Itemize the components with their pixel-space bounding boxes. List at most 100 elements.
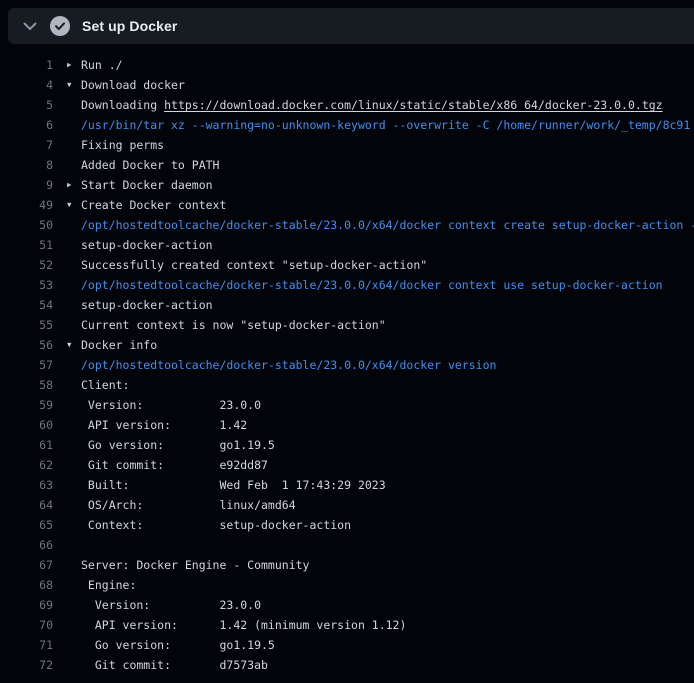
log-group-row[interactable]: 56▼Docker info (0, 335, 694, 355)
log-line-number[interactable]: 61 (0, 435, 53, 455)
caret-spacer (67, 135, 81, 155)
log-line-number[interactable]: 54 (0, 295, 53, 315)
log-text: Built: Wed Feb 1 17:43:29 2023 (81, 475, 694, 495)
log-text: Context: setup-docker-action (81, 515, 694, 535)
log-text: Added Docker to PATH (81, 155, 694, 175)
caret-spacer (67, 435, 81, 455)
log-text: Fixing perms (81, 135, 694, 155)
log-line-number[interactable]: 5 (0, 95, 53, 115)
log-line-number[interactable]: 60 (0, 415, 53, 435)
log-line: 59 Version: 23.0.0 (0, 395, 694, 415)
caret-spacer (67, 535, 81, 555)
log-group-title: Download docker (81, 75, 694, 95)
log-line: 53/opt/hostedtoolcache/docker-stable/23.… (0, 275, 694, 295)
log-line: 55 Current context is now "setup-docker-a… (0, 315, 694, 335)
log-line-number[interactable]: 51 (0, 235, 53, 255)
log-group-row[interactable]: 4 ▼Download docker (0, 75, 694, 95)
log-text: Version: 23.0.0 (81, 595, 694, 615)
log-line-number[interactable]: 62 (0, 455, 53, 475)
log-line-number[interactable]: 56 (0, 335, 53, 355)
caret-down-icon[interactable]: ▼ (67, 335, 81, 355)
caret-spacer (67, 115, 81, 135)
log-text: Go version: go1.19.5 (81, 635, 694, 655)
log-line-number[interactable]: 58 (0, 375, 53, 395)
log-text: OS/Arch: linux/amd64 (81, 495, 694, 515)
log-line: 58 Client: (0, 375, 694, 395)
log-line: 54 setup-docker-action (0, 295, 694, 315)
caret-spacer (67, 415, 81, 435)
log-line: 50/opt/hostedtoolcache/docker-stable/23.… (0, 215, 694, 235)
caret-spacer (67, 315, 81, 335)
log-line: 67Server: Docker Engine - Community (0, 555, 694, 575)
log-line: 61 Go version: go1.19.5 (0, 435, 694, 455)
log-line: 7 Fixing perms (0, 135, 694, 155)
log-line-number[interactable]: 52 (0, 255, 53, 275)
step-title: Set up Docker (82, 18, 177, 34)
caret-spacer (67, 355, 81, 375)
caret-spacer (67, 255, 81, 275)
log-line-number[interactable]: 55 (0, 315, 53, 335)
caret-spacer (67, 635, 81, 655)
caret-right-icon[interactable]: ▶ (67, 175, 81, 195)
log-line-number[interactable]: 68 (0, 575, 53, 595)
log-line: 70 API version: 1.42 (minimum version 1.… (0, 615, 694, 635)
log-line: 66 (0, 535, 694, 555)
log-line-number[interactable]: 1 (0, 55, 53, 75)
caret-down-icon[interactable]: ▼ (67, 195, 81, 215)
log-line: 62 Git commit: e92dd87 (0, 455, 694, 475)
log-line-number[interactable]: 67 (0, 555, 53, 575)
log-line: 65 Context: setup-docker-action (0, 515, 694, 535)
log-line-number[interactable]: 71 (0, 635, 53, 655)
log-line-number[interactable]: 72 (0, 655, 53, 675)
caret-spacer (67, 235, 81, 255)
log-text: setup-docker-action (81, 295, 694, 315)
log-line-number[interactable]: 53 (0, 275, 53, 295)
log-line-number[interactable]: 69 (0, 595, 53, 615)
log-line: 60 API version: 1.42 (0, 415, 694, 435)
step-header[interactable]: Set up Docker (8, 8, 694, 44)
log-line-number[interactable]: 66 (0, 535, 53, 555)
log-text: API version: 1.42 (81, 415, 694, 435)
log-group-row[interactable]: 49 ▼Create Docker context (0, 195, 694, 215)
log-text: Go version: go1.19.5 (81, 435, 694, 455)
log-text: Version: 23.0.0 (81, 395, 694, 415)
log-group-row[interactable]: 1▶Run ./ (0, 55, 694, 75)
log-line-number[interactable]: 4 (0, 75, 53, 95)
log-line-number[interactable]: 57 (0, 355, 53, 375)
log-line-number[interactable]: 63 (0, 475, 53, 495)
log-line-number[interactable]: 65 (0, 515, 53, 535)
log-text: Downloading https://download.docker.com/… (81, 95, 694, 115)
caret-spacer (67, 155, 81, 175)
caret-spacer (67, 495, 81, 515)
log-group-row[interactable]: 9▶Start Docker daemon (0, 175, 694, 195)
log-group-title: Create Docker context (81, 195, 694, 215)
log-line: 57/opt/hostedtoolcache/docker-stable/23.… (0, 355, 694, 375)
log-text: Downloading (81, 98, 164, 112)
log-line: 6/usr/bin/tar xz --warning=no-unknown-ke… (0, 115, 694, 135)
caret-spacer (67, 95, 81, 115)
log-text: Client: (81, 375, 694, 395)
log-line-number[interactable]: 64 (0, 495, 53, 515)
log-text: API version: 1.42 (minimum version 1.12) (81, 615, 694, 635)
log-line: 5 Downloading https://download.docker.com… (0, 95, 694, 115)
caret-down-icon[interactable]: ▼ (67, 75, 81, 95)
log-line: 51 setup-docker-action (0, 235, 694, 255)
log-text: setup-docker-action (81, 235, 694, 255)
caret-right-icon[interactable]: ▶ (67, 55, 81, 75)
log-line-number[interactable]: 8 (0, 155, 53, 175)
log-line-number[interactable]: 70 (0, 615, 53, 635)
log-line-number[interactable]: 6 (0, 115, 53, 135)
log-line-number[interactable]: 7 (0, 135, 53, 155)
log-line-number[interactable]: 9 (0, 175, 53, 195)
log-text: Current context is now "setup-docker-act… (81, 315, 694, 335)
log-line-number[interactable]: 59 (0, 395, 53, 415)
log-line-number[interactable]: 49 (0, 195, 53, 215)
log-line: 71 Go version: go1.19.5 (0, 635, 694, 655)
log-text: Successfully created context "setup-dock… (81, 255, 694, 275)
log-line-number[interactable]: 50 (0, 215, 53, 235)
log-text (81, 535, 694, 555)
caret-spacer (67, 555, 81, 575)
collapse-step-button[interactable] (14, 8, 46, 44)
log-url-link[interactable]: https://download.docker.com/linux/static… (164, 98, 663, 112)
chevron-down-icon (23, 19, 37, 34)
